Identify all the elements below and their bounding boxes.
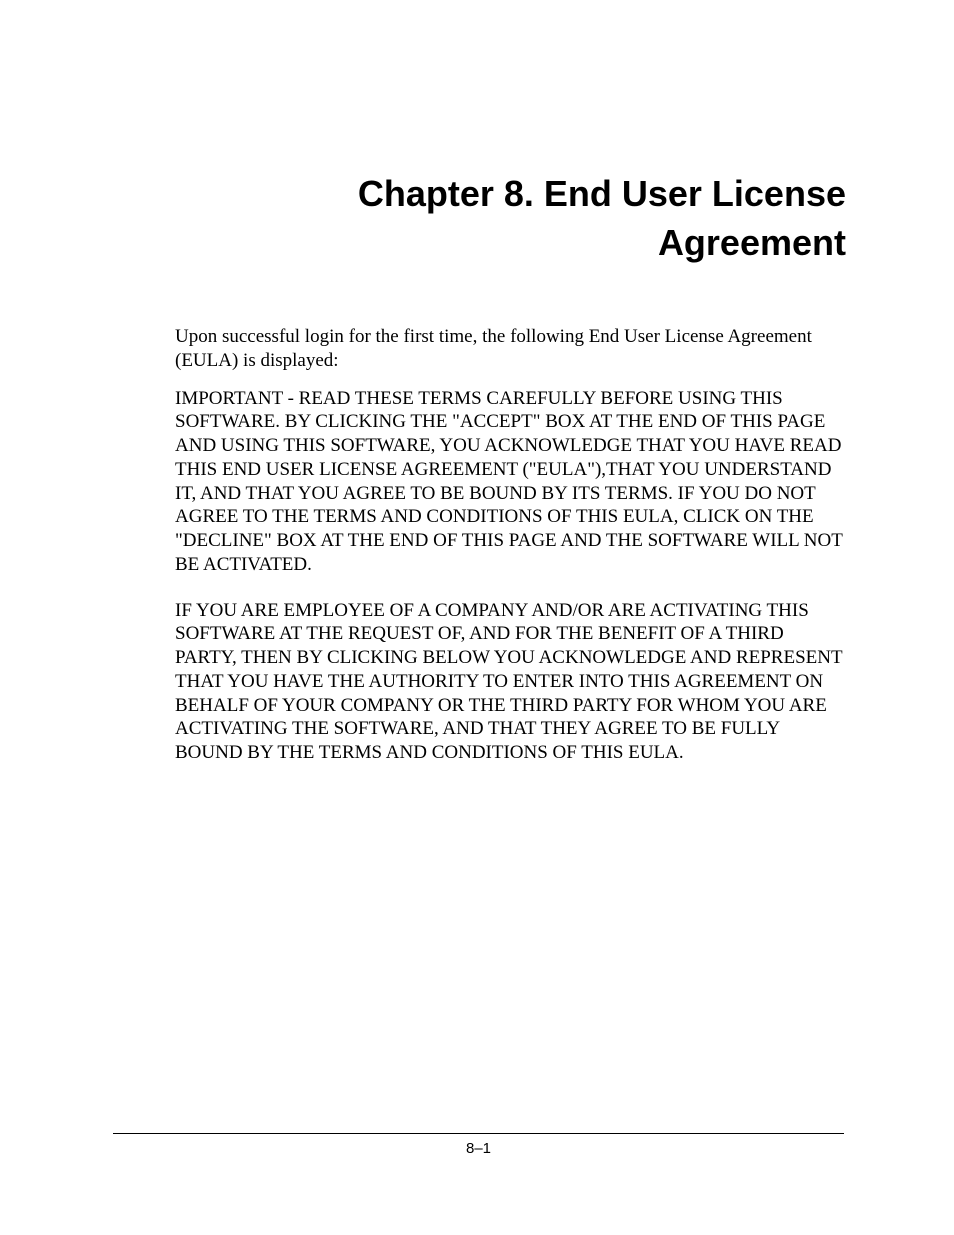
- page-number: 8–1: [113, 1140, 844, 1157]
- page-content: Chapter 8. End User License Agreement Up…: [0, 0, 954, 765]
- chapter-title: Chapter 8. End User License Agreement: [175, 170, 846, 267]
- footer-divider: [113, 1133, 844, 1134]
- page-footer: 8–1: [113, 1133, 844, 1157]
- eula-paragraph-1: IMPORTANT - READ THESE TERMS CAREFULLY B…: [175, 387, 846, 577]
- intro-paragraph: Upon successful login for the first time…: [175, 325, 846, 373]
- eula-paragraph-2: IF YOU ARE EMPLOYEE OF A COMPANY AND/OR …: [175, 599, 846, 765]
